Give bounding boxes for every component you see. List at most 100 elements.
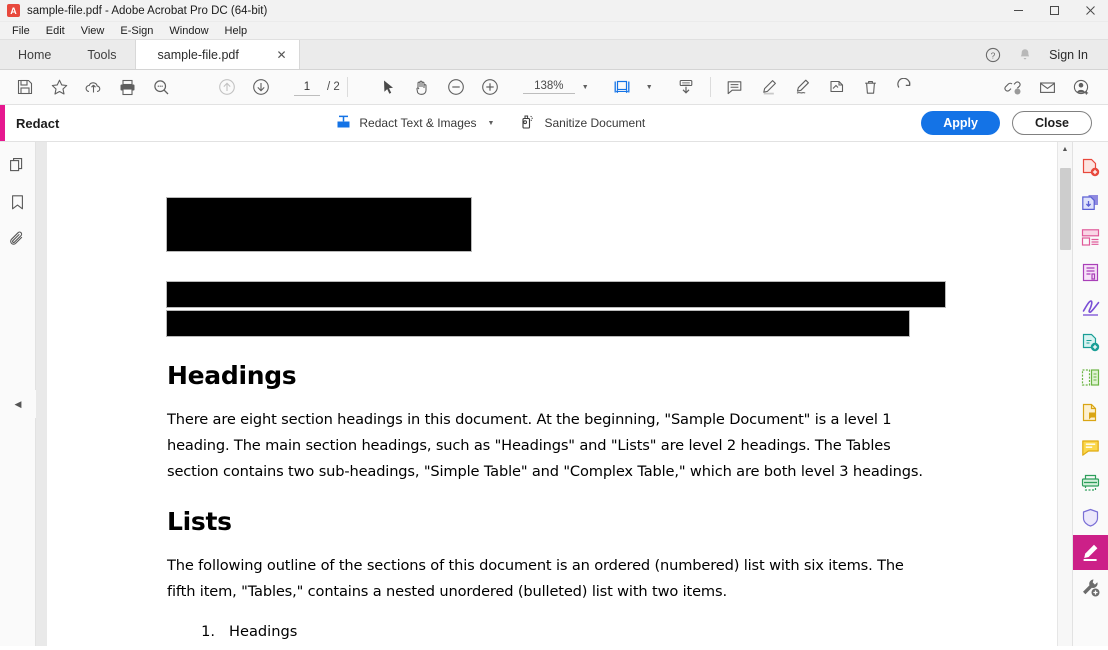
redaction-block[interactable] (166, 197, 472, 252)
maximize-button[interactable] (1036, 0, 1072, 22)
menu-item-edit[interactable]: Edit (38, 24, 73, 38)
toolbar-right-actions (996, 72, 1108, 102)
print-icon[interactable] (110, 72, 144, 102)
export-pdf-icon[interactable] (1073, 185, 1108, 220)
right-tools-rail (1072, 142, 1108, 646)
menu-item-view[interactable]: View (73, 24, 113, 38)
apply-button[interactable]: Apply (921, 111, 1000, 135)
menu-item-window[interactable]: Window (161, 24, 216, 38)
cloud-upload-icon[interactable] (76, 72, 110, 102)
document-tab[interactable]: sample-file.pdf ✕ (134, 40, 300, 69)
search-icon[interactable] (144, 72, 178, 102)
delete-icon[interactable] (854, 72, 888, 102)
home-button[interactable]: Home (0, 40, 69, 69)
prepare-form-icon[interactable] (1073, 395, 1108, 430)
acrobat-logo-icon (7, 4, 20, 17)
fill-sign-tool-icon[interactable] (1073, 290, 1108, 325)
heading-lists: Lists (167, 507, 232, 536)
document-viewer: Headings There are eight section heading… (36, 142, 1072, 646)
stamp-icon[interactable] (820, 72, 854, 102)
pdf-page[interactable]: Headings There are eight section heading… (47, 142, 1057, 646)
vertical-scrollbar[interactable]: ▲ (1057, 142, 1072, 646)
page-thumbnails-icon[interactable] (5, 152, 31, 178)
list-item-number: 1. (201, 623, 215, 640)
next-page-icon[interactable] (244, 72, 278, 102)
redact-panel-title: Redact (16, 115, 60, 131)
notification-bell-icon[interactable] (1011, 41, 1039, 69)
scroll-mode-icon[interactable] (669, 72, 703, 102)
close-redact-button[interactable]: Close (1011, 111, 1092, 135)
redact-dropdown-caret-icon[interactable]: ▼ (488, 120, 495, 127)
redact-text-and-images-label: Redact Text & Images (359, 116, 477, 130)
workspace: ◀ Headings There are eight section headi… (0, 142, 1108, 646)
create-form-icon[interactable] (1073, 325, 1108, 360)
help-icon[interactable]: ? (979, 41, 1007, 69)
sanitize-document-label: Sanitize Document (544, 116, 646, 130)
scrollbar-thumb[interactable] (1060, 168, 1071, 250)
redact-toolbar: Redact Redact Text & Images ▼ Sanitize D… (0, 105, 1108, 142)
redact-tool-icon[interactable] (1072, 535, 1108, 570)
fit-dropdown-caret-icon[interactable]: ▼ (646, 84, 653, 91)
fit-width-icon[interactable] (605, 72, 639, 102)
menu-item-help[interactable]: Help (217, 24, 256, 38)
create-pdf-icon[interactable] (1073, 150, 1108, 185)
scan-ocr-icon[interactable] (1073, 465, 1108, 500)
acrobat-window: sample-file.pdf - Adobe Acrobat Pro DC (… (0, 0, 1108, 650)
list-item: 1. Headings (167, 619, 997, 645)
window-controls (1000, 0, 1108, 22)
zoom-out-icon[interactable] (439, 72, 473, 102)
fill-and-sign-icon[interactable] (786, 72, 820, 102)
menu-bar: File Edit View E-Sign Window Help (0, 22, 1108, 40)
page-number-input[interactable] (294, 78, 320, 96)
left-navigation-rail: ◀ (0, 142, 36, 646)
bookmarks-icon[interactable] (5, 189, 31, 215)
tools-button[interactable]: Tools (69, 40, 134, 69)
redact-bar-buttons: Apply Close (921, 111, 1108, 135)
minimize-button[interactable] (1000, 0, 1036, 22)
email-icon[interactable] (1030, 72, 1064, 102)
star-icon[interactable] (42, 72, 76, 102)
redact-marker-icon (335, 113, 352, 133)
share-link-icon[interactable] (996, 72, 1030, 102)
document-tab-label: sample-file.pdf (157, 47, 239, 62)
redaction-block[interactable] (166, 281, 946, 308)
spray-can-icon (520, 113, 537, 133)
paragraph-headings: There are eight section headings in this… (167, 411, 923, 480)
select-cursor-icon[interactable] (371, 72, 405, 102)
hand-tool-icon[interactable] (405, 72, 439, 102)
zoom-level-value[interactable]: 138% (522, 80, 575, 94)
redact-accent-bar (0, 105, 5, 141)
protect-icon[interactable] (1073, 500, 1108, 535)
paragraph-lists: The following outline of the sections of… (167, 557, 904, 600)
sign-in-button[interactable]: Sign In (1043, 48, 1096, 62)
zoom-in-icon[interactable] (473, 72, 507, 102)
page-total-label: / 2 (327, 81, 340, 93)
rotate-icon[interactable] (888, 72, 922, 102)
menu-item-esign[interactable]: E-Sign (112, 24, 161, 38)
zoom-dropdown-caret-icon[interactable]: ▼ (582, 84, 589, 91)
close-tab-icon[interactable]: ✕ (276, 48, 286, 62)
sanitize-document-button[interactable]: Sanitize Document (520, 113, 645, 133)
redact-text-and-images-button[interactable]: Redact Text & Images ▼ (335, 113, 494, 133)
title-bar: sample-file.pdf - Adobe Acrobat Pro DC (… (0, 0, 1108, 22)
comment-icon[interactable] (718, 72, 752, 102)
organize-pages-icon[interactable] (1073, 220, 1108, 255)
add-person-icon[interactable] (1064, 72, 1098, 102)
scroll-up-arrow-icon[interactable]: ▲ (1058, 142, 1072, 157)
menu-item-file[interactable]: File (4, 24, 38, 38)
highlight-pen-icon[interactable] (752, 72, 786, 102)
previous-page-icon[interactable] (210, 72, 244, 102)
compare-files-icon[interactable] (1073, 360, 1108, 395)
redaction-block[interactable] (166, 310, 910, 337)
close-window-button[interactable] (1072, 0, 1108, 22)
page-gutter-left (36, 142, 47, 646)
edit-pdf-icon[interactable] (1073, 255, 1108, 290)
attachments-icon[interactable] (5, 226, 31, 252)
heading-headings: Headings (167, 361, 297, 390)
svg-text:?: ? (991, 50, 996, 60)
more-tools-icon[interactable] (1073, 570, 1108, 605)
save-icon[interactable] (8, 72, 42, 102)
collapse-left-panel-button[interactable]: ◀ (0, 390, 36, 418)
window-title: sample-file.pdf - Adobe Acrobat Pro DC (… (27, 4, 268, 17)
comment-tool-icon[interactable] (1073, 430, 1108, 465)
